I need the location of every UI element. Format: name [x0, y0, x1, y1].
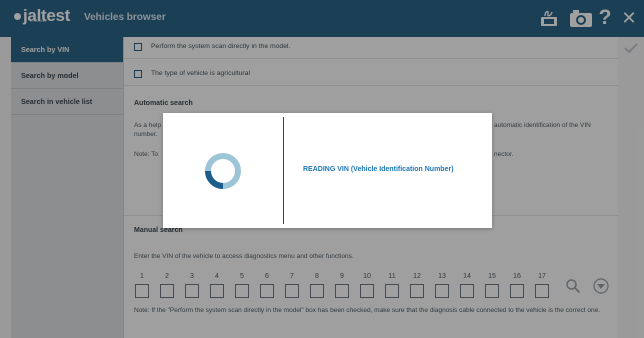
dialog-message: READING VIN (Vehicle Identification Numb… — [303, 166, 454, 173]
app-window: jaltest COJALI Vehicles browser ? ✕ Sear… — [0, 0, 644, 338]
loading-spinner-icon — [203, 151, 243, 191]
dialog-divider — [283, 117, 284, 224]
reading-vin-dialog: READING VIN (Vehicle Identification Numb… — [163, 113, 492, 228]
